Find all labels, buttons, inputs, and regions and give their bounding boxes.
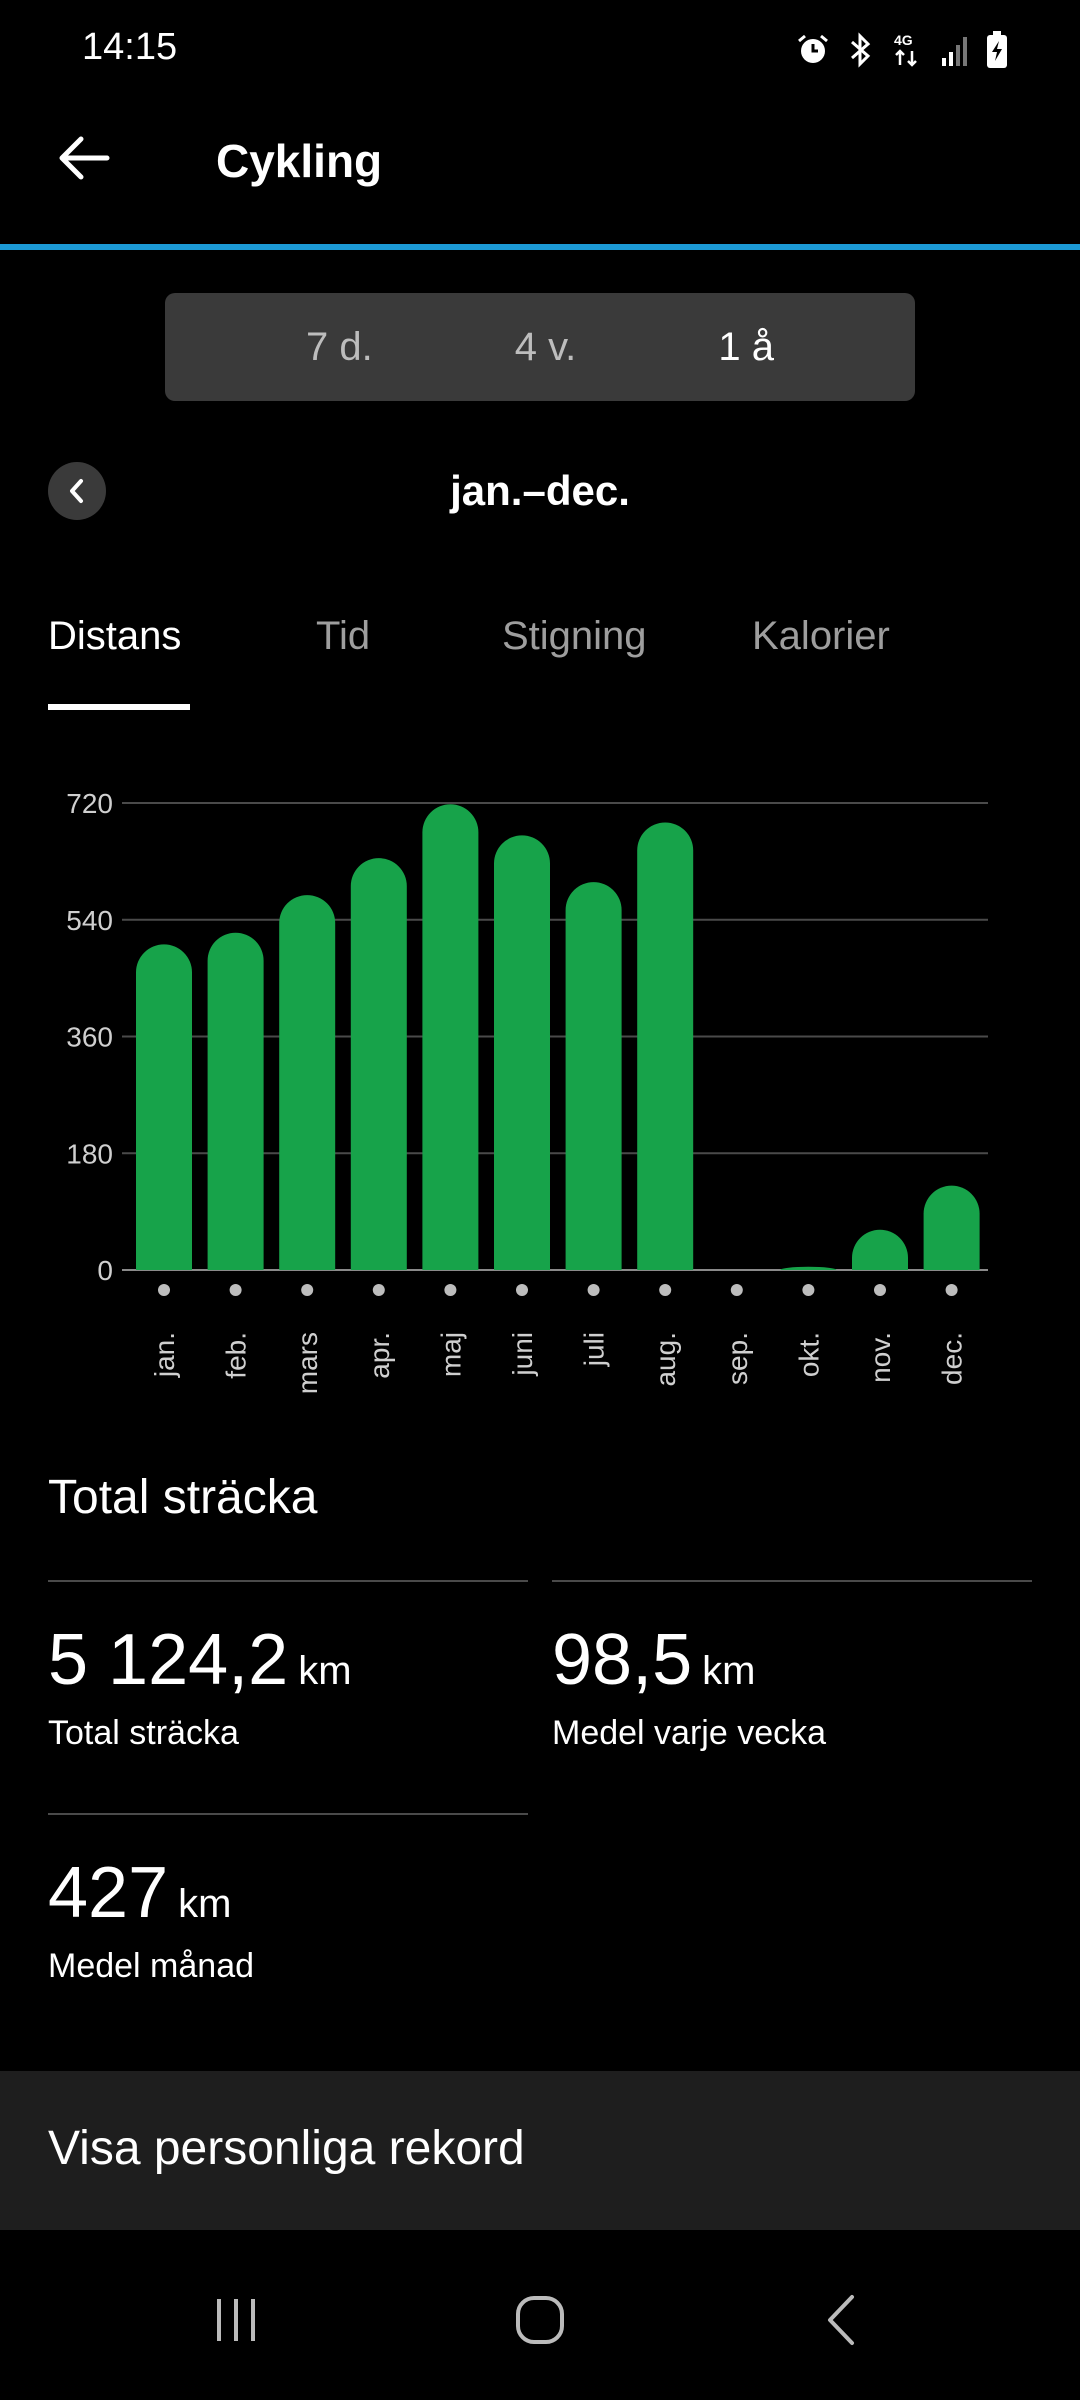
stat-monthly-average: 427 km Medel månad xyxy=(48,1853,254,1986)
stat-label: Medel månad xyxy=(48,1947,255,1985)
x-tick-label: nov. xyxy=(865,1332,896,1383)
divider xyxy=(48,1580,528,1582)
system-back-button[interactable] xyxy=(792,2280,892,2360)
y-tick-label: 360 xyxy=(66,1022,113,1053)
x-tick-label: maj xyxy=(435,1332,466,1377)
x-tick-dot xyxy=(874,1284,886,1296)
chevron-left-icon xyxy=(70,479,83,503)
bar xyxy=(422,804,479,1270)
header-accent-line xyxy=(0,244,1080,250)
stat-unit: km xyxy=(702,1649,756,1693)
range-selector: 7 d. 4 v. 1 å xyxy=(165,293,915,401)
signal-icon xyxy=(940,30,968,70)
stat-label: Total sträcka xyxy=(48,1714,239,1752)
personal-records-label: Visa personliga rekord xyxy=(48,2122,525,2175)
y-tick-label: 720 xyxy=(66,788,113,819)
y-tick-label: 0 xyxy=(97,1255,113,1286)
svg-text:4G: 4G xyxy=(894,32,913,48)
x-tick-dot xyxy=(301,1284,314,1296)
x-tick-label: juni xyxy=(507,1332,538,1377)
back-button[interactable] xyxy=(44,118,124,198)
status-icons: 4G xyxy=(796,30,1008,70)
system-nav-bar xyxy=(0,2230,1080,2400)
bar xyxy=(350,858,407,1270)
app-header: Cykling xyxy=(0,96,1080,246)
stat-value: 5 124,2 xyxy=(48,1620,289,1700)
x-tick-label: juli xyxy=(579,1332,610,1367)
x-tick-dot xyxy=(372,1284,385,1296)
back-icon xyxy=(828,2295,854,2345)
tab-kalorier[interactable]: Kalorier xyxy=(752,614,890,659)
x-tick-dot xyxy=(587,1284,600,1296)
battery-charging-icon xyxy=(986,30,1008,70)
home-icon xyxy=(516,2296,564,2344)
tab-tid[interactable]: Tid xyxy=(316,614,370,659)
x-tick-dot xyxy=(945,1284,958,1296)
status-bar: 14:15 4G xyxy=(0,0,1080,96)
stat-unit: km xyxy=(178,1882,232,1926)
x-tick-label: sep. xyxy=(722,1332,753,1385)
bar xyxy=(852,1229,908,1270)
x-tick-dot xyxy=(516,1284,528,1296)
metric-tabs: Distans Tid Stigning Kalorier xyxy=(0,600,1080,712)
x-tick-label: mars xyxy=(292,1332,323,1394)
x-tick-label: aug. xyxy=(650,1332,681,1387)
home-button[interactable] xyxy=(490,2280,590,2360)
summary-title: Total sträcka xyxy=(48,1471,318,1524)
x-tick-label: okt. xyxy=(793,1332,824,1377)
arrow-left-icon xyxy=(59,136,110,180)
x-tick-label: feb. xyxy=(221,1332,252,1379)
x-tick-dot xyxy=(158,1284,170,1296)
personal-records-button[interactable]: Visa personliga rekord xyxy=(0,2071,1080,2230)
bar-chart: 0 180 360 540 720 jan. feb. mars apr. maj juni juli… xyxy=(66,788,988,1394)
stat-total-distance: 5 124,2 km Total sträcka xyxy=(48,1620,352,1753)
bar xyxy=(637,822,694,1270)
bar xyxy=(136,944,192,1270)
stat-value: 427 xyxy=(48,1853,169,1933)
x-tick-dot xyxy=(229,1284,242,1296)
tab-underline xyxy=(48,704,190,710)
recent-apps-icon xyxy=(217,2299,255,2341)
distance-chart: 0 180 360 540 720 jan. feb. mars apr. maj juni juli… xyxy=(0,760,1080,1420)
bar xyxy=(565,882,622,1270)
bar xyxy=(923,1185,980,1270)
previous-period-button[interactable] xyxy=(48,462,106,520)
bar xyxy=(207,932,264,1270)
status-time: 14:15 xyxy=(82,26,178,68)
range-option-1y[interactable]: 1 å xyxy=(698,315,794,380)
alarm-icon xyxy=(796,30,830,70)
bluetooth-icon xyxy=(848,30,874,70)
tab-distans[interactable]: Distans xyxy=(48,614,181,659)
y-tick-label: 180 xyxy=(66,1138,113,1169)
bar xyxy=(780,1266,837,1270)
x-tick-label: jan. xyxy=(149,1332,180,1378)
period-label: jan.–dec. xyxy=(450,467,630,514)
divider xyxy=(552,1580,1032,1582)
stat-weekly-average: 98,5 km Medel varje vecka xyxy=(552,1620,826,1753)
range-option-7d[interactable]: 7 d. xyxy=(286,315,393,380)
page-title: Cykling xyxy=(216,135,383,187)
stat-value: 98,5 xyxy=(552,1620,693,1700)
tab-stigning[interactable]: Stigning xyxy=(502,614,647,659)
stat-unit: km xyxy=(298,1649,352,1693)
bar xyxy=(279,895,336,1270)
x-tick-dot xyxy=(444,1284,457,1296)
x-tick-dot xyxy=(730,1284,743,1296)
y-tick-label: 540 xyxy=(66,905,113,936)
x-tick-label: apr. xyxy=(364,1332,395,1379)
stat-label: Medel varje vecka xyxy=(552,1714,827,1752)
x-tick-label: dec. xyxy=(937,1332,968,1385)
bar xyxy=(494,835,550,1270)
network-4g-icon: 4G xyxy=(892,30,922,70)
x-tick-dot xyxy=(659,1284,672,1296)
divider xyxy=(48,1813,528,1815)
x-tick-dot xyxy=(802,1284,815,1296)
range-option-4v[interactable]: 4 v. xyxy=(495,315,597,380)
recent-apps-button[interactable] xyxy=(186,2280,286,2360)
